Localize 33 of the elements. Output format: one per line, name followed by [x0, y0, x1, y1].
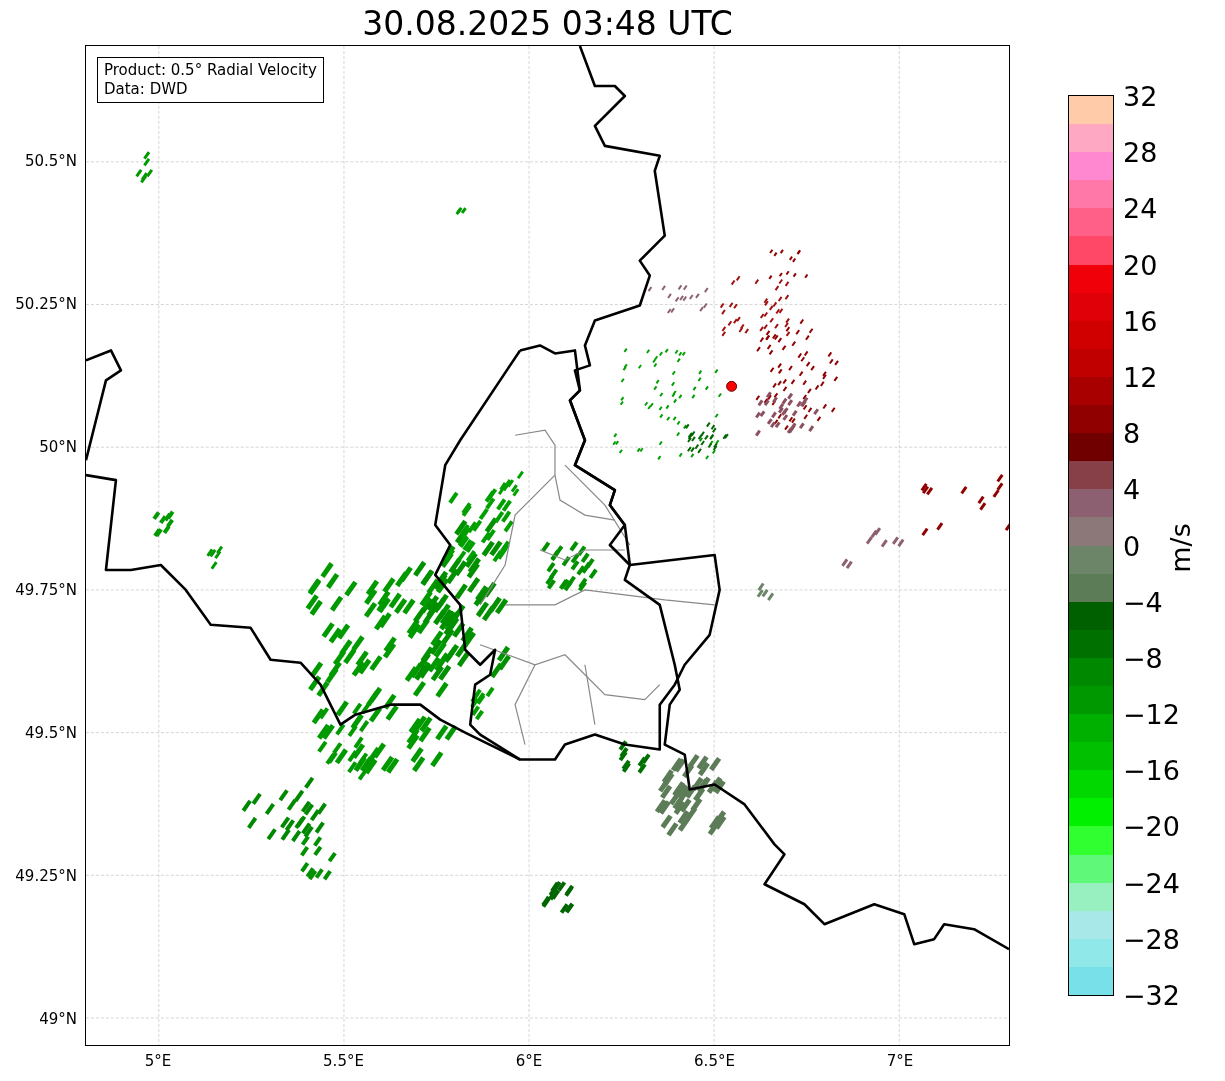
colorbar-tick-label: −16	[1123, 754, 1180, 786]
latitude-label: 50.5°N	[24, 152, 77, 170]
longitude-label: 5°E	[144, 1052, 172, 1070]
latitude-label: 49.5°N	[24, 724, 77, 742]
latitude-label: 50.25°N	[15, 295, 77, 313]
legend-text: Product: 0.5° Radial Velocity	[104, 61, 317, 80]
colorbar-unit-label: m/s	[1164, 523, 1196, 573]
colorbar-tick-label: 28	[1123, 136, 1158, 168]
colorbar-tick-label: 20	[1123, 249, 1158, 281]
colorbar-tick-label: 24	[1123, 192, 1158, 224]
colorbar-tick-label: −8	[1123, 642, 1163, 674]
latitude-label: 49.75°N	[15, 581, 77, 599]
colorbar-tick-label: −32	[1123, 979, 1180, 1011]
colorbar-tick-label: −24	[1123, 867, 1180, 899]
colorbar-tick-label: −28	[1123, 923, 1180, 955]
longitude-label: 6°E	[515, 1052, 543, 1070]
colorbar-tick-label: 16	[1123, 305, 1158, 337]
colorbar-tick-label: 32	[1123, 80, 1158, 112]
latitude-label: 50°N	[39, 438, 77, 456]
longitude-label: 6.5°E	[694, 1052, 735, 1070]
colorbar-tick-label: −12	[1123, 698, 1180, 730]
chart-title: 30.08.2025 03:48 UTC	[361, 4, 734, 43]
latitude-label: 49.25°N	[15, 867, 77, 885]
colorbar-tick-label: −4	[1123, 586, 1163, 618]
longitude-label: 5.5°E	[323, 1052, 364, 1070]
colorbar-tick-label: −20	[1123, 810, 1180, 842]
latitude-label: 49°N	[39, 1010, 77, 1028]
legend-text: Data: DWD	[104, 80, 189, 99]
colorbar-tick-label: 12	[1123, 361, 1158, 393]
colorbar-tick-label: 4	[1123, 473, 1141, 505]
colorbar-tick-label: 0	[1123, 530, 1141, 561]
longitude-label: 7°E	[886, 1052, 914, 1070]
colorbar-tick-label: 8	[1123, 417, 1141, 449]
